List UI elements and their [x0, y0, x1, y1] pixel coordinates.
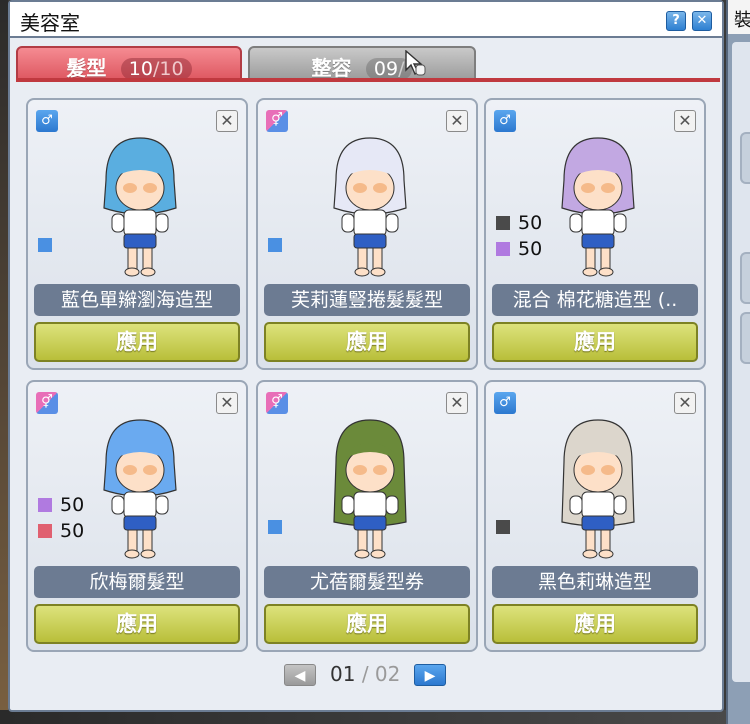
game-background-bottom [0, 710, 750, 724]
remove-card-button[interactable]: ✕ [216, 392, 238, 414]
unisex-icon: ⚥ [36, 392, 58, 414]
hairstyle-name: 尤蓓爾髮型券 [264, 566, 470, 598]
mix-color-swatch [38, 498, 52, 512]
remove-card-button[interactable]: ✕ [674, 110, 696, 132]
mix-percent: 50 [518, 212, 543, 234]
mix-percent: 50 [60, 494, 85, 516]
hair-color-swatch [268, 520, 282, 534]
apply-button[interactable]: 應用 [34, 604, 240, 644]
side-slot[interactable] [740, 312, 750, 364]
mix-color-row: 50 [496, 238, 542, 260]
help-button[interactable]: ? [666, 11, 686, 31]
mix-color-row: 50 [38, 520, 84, 542]
tab-underline [16, 78, 720, 82]
character-avatar [561, 419, 635, 559]
equipment-window-partial: 裝 [726, 0, 750, 724]
side-slot[interactable] [740, 252, 750, 304]
close-button[interactable]: ✕ [692, 11, 712, 31]
character-avatar [561, 137, 635, 277]
hairstyle-card[interactable]: ♂ ✕ 藍色單辮瀏海造型應用 [26, 98, 248, 370]
unisex-icon: ⚥ [266, 110, 288, 132]
mix-color-swatch [38, 524, 52, 538]
mix-percent: 50 [60, 520, 85, 542]
page-indicator: 01 / 02 [330, 662, 401, 686]
apply-button[interactable]: 應用 [492, 604, 698, 644]
mix-color-swatch [496, 216, 510, 230]
hairstyle-grid: ♂ ✕ 藍色單辮瀏海造型 應用 ⚥ ✕ 芙莉蓮豎捲髮髮型 應用 ♂ ✕ 50 50 混合 棉花糖造型 (… [26, 98, 710, 658]
hairstyle-name: 芙莉蓮豎捲髮髮型 [264, 284, 470, 316]
hairstyle-card[interactable]: ⚥ ✕ 芙莉蓮豎捲髮髮型應用 [256, 98, 478, 370]
hairstyle-card[interactable]: ♂ ✕ 黑色莉琳造型應用 [484, 380, 706, 652]
apply-button[interactable]: 應用 [264, 604, 470, 644]
character-avatar [333, 419, 407, 559]
hairstyle-card[interactable]: ⚥ ✕ 尤蓓爾髮型券應用 [256, 380, 478, 652]
hairstyle-name: 混合 棉花糖造型 (.. [492, 284, 698, 316]
hairstyle-card[interactable]: ⚥ ✕ 50 50 欣梅爾髮型應用 [26, 380, 248, 652]
character-avatar [333, 137, 407, 277]
side-slot[interactable] [740, 132, 750, 184]
unisex-icon: ⚥ [266, 392, 288, 414]
mix-color-row: 50 [38, 494, 84, 516]
mix-percent: 50 [518, 238, 543, 260]
hairstyle-name: 藍色單辮瀏海造型 [34, 284, 240, 316]
character-avatar [103, 419, 177, 559]
tab-hairstyle[interactable]: 髮型 10/10 [16, 46, 242, 80]
hair-color-swatch [496, 520, 510, 534]
side-window-title: 裝 [728, 0, 750, 36]
hair-color-swatch [268, 238, 282, 252]
tab-count: 10/10 [120, 58, 192, 80]
tab-face[interactable]: 整容 09/ [248, 46, 476, 80]
mix-color-swatch [496, 242, 510, 256]
next-page-button[interactable]: ▶ [414, 664, 446, 686]
apply-button[interactable]: 應用 [492, 322, 698, 362]
prev-page-button[interactable]: ◀ [284, 664, 316, 686]
titlebar[interactable]: 美容室 ? ✕ [10, 2, 722, 38]
tab-bar: 髮型 10/10 整容 09/ [16, 46, 716, 80]
male-icon: ♂ [494, 110, 516, 132]
beauty-salon-window: 美容室 ? ✕ 髮型 10/10 整容 09/ ♂ ✕ 藍色單辮瀏海造型 應用 ⚥ ✕ 芙莉… [8, 0, 724, 712]
remove-card-button[interactable]: ✕ [446, 392, 468, 414]
window-title: 美容室 [20, 11, 80, 35]
hairstyle-name: 欣梅爾髮型 [34, 566, 240, 598]
game-background [0, 0, 8, 724]
male-icon: ♂ [494, 392, 516, 414]
character-avatar [103, 137, 177, 277]
hair-color-swatch [38, 238, 52, 252]
mouse-cursor-icon [405, 50, 426, 76]
hairstyle-card[interactable]: ♂ ✕ 50 50 混合 棉花糖造型 (.. 應用 [484, 98, 706, 370]
apply-button[interactable]: 應用 [34, 322, 240, 362]
hairstyle-name: 黑色莉琳造型 [492, 566, 698, 598]
pager: ◀ 01 / 02 ▶ [284, 662, 454, 690]
remove-card-button[interactable]: ✕ [446, 110, 468, 132]
remove-card-button[interactable]: ✕ [674, 392, 696, 414]
apply-button[interactable]: 應用 [264, 322, 470, 362]
mix-color-row: 50 [496, 212, 542, 234]
remove-card-button[interactable]: ✕ [216, 110, 238, 132]
male-icon: ♂ [36, 110, 58, 132]
